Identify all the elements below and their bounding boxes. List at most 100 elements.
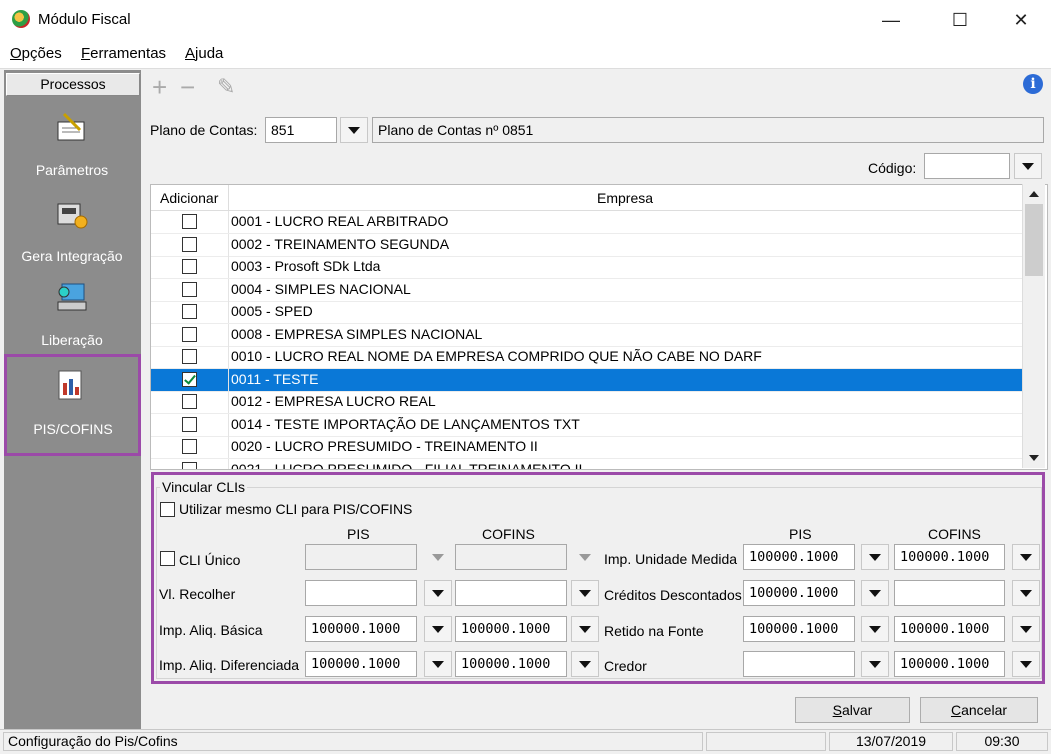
menu-ferramentas[interactable]: Ferramentas: [81, 45, 166, 62]
retido-na-fonte-cofins-input[interactable]: 100000.1000: [894, 616, 1005, 642]
column-header-adicionar[interactable]: Adicionar: [160, 190, 218, 206]
maximize-button[interactable]: ☐: [937, 0, 983, 40]
credor-cofins-input[interactable]: 100000.1000: [894, 651, 1005, 677]
adicionar-checkbox[interactable]: [182, 349, 197, 364]
creditos-descontados-pis-dropdown[interactable]: [861, 580, 889, 606]
chevron-down-icon: [579, 589, 591, 597]
chevron-down-icon: [869, 589, 881, 597]
imp-aliq-diferenciada-pis-dropdown[interactable]: [424, 651, 452, 677]
table-row[interactable]: 0014 - TESTE IMPORTAÇÃO DE LANÇAMENTOS T…: [151, 413, 1024, 437]
menu-opcoes-mnemonic: O: [10, 45, 22, 62]
menu-opcoes[interactable]: Opções: [10, 45, 62, 62]
imp-unidade-medida-cofins-dropdown[interactable]: [1012, 544, 1040, 570]
credor-cofins-dropdown[interactable]: [1012, 651, 1040, 677]
status-text: Configuração do Pis/Cofins: [3, 732, 703, 751]
scroll-up-button[interactable]: [1023, 184, 1045, 204]
sidebar-item-label: Gera Integração: [21, 248, 123, 264]
table-row[interactable]: 0011 - TESTE: [151, 368, 1024, 392]
menu-ajuda[interactable]: Ajuda: [185, 45, 223, 62]
grid-scrollbar[interactable]: [1022, 184, 1045, 468]
plano-input[interactable]: 851: [265, 117, 337, 143]
adicionar-checkbox[interactable]: [182, 236, 197, 252]
adicionar-checkbox[interactable]: [182, 326, 197, 342]
table-row[interactable]: 0003 - Prosoft SDk Ltda: [151, 256, 1024, 279]
column-divider: [228, 301, 229, 323]
vl-recolher-pis-dropdown[interactable]: [424, 580, 452, 606]
imp-aliq-basica-cofins-dropdown[interactable]: [571, 616, 599, 642]
chevron-down-icon: [869, 553, 881, 561]
imp-unidade-medida-pis-input[interactable]: 100000.1000: [743, 544, 855, 570]
imp-aliq-diferenciada-cofins-input[interactable]: 100000.1000: [455, 651, 567, 677]
codigo-dropdown-button[interactable]: [1014, 153, 1042, 179]
imp-aliq-basica-pis-input[interactable]: 100000.1000: [305, 616, 417, 642]
table-row[interactable]: 0020 - LUCRO PRESUMIDO - TREINAMENTO II: [151, 436, 1024, 459]
menu-ferramentas-mnemonic: F: [81, 45, 91, 62]
retido-na-fonte-cofins-dropdown[interactable]: [1012, 616, 1040, 642]
adicionar-checkbox[interactable]: [182, 304, 197, 319]
sidebar-item-liberacao[interactable]: Liberação: [6, 274, 138, 356]
vl-recolher-pis-input[interactable]: [305, 580, 417, 606]
save-mnemonic: S: [832, 702, 842, 718]
table-row[interactable]: 0001 - LUCRO REAL ARBITRADO: [151, 211, 1024, 234]
sidebar-item-parametros[interactable]: Parâmetros: [6, 104, 138, 186]
chevron-down-icon: [1029, 455, 1039, 461]
table-row[interactable]: 0002 - TREINAMENTO SEGUNDA: [151, 233, 1024, 257]
imp-aliq-basica-cofins-input[interactable]: 100000.1000: [455, 616, 567, 642]
credor-pis-input[interactable]: [743, 651, 855, 677]
table-row[interactable]: 0021 - LUCRO PRESUMIDO - FILIAL TREINAME…: [151, 458, 1024, 469]
scroll-down-button[interactable]: [1023, 448, 1045, 468]
table-row[interactable]: 0010 - LUCRO REAL NOME DA EMPRESA COMPRI…: [151, 346, 1024, 369]
minimize-button[interactable]: —: [868, 0, 914, 40]
adicionar-checkbox[interactable]: [182, 416, 197, 432]
cancel-button[interactable]: Cancelar: [920, 697, 1038, 723]
edit-button[interactable]: ✎: [217, 76, 235, 98]
info-icon[interactable]: i: [1023, 74, 1043, 94]
empresa-name: 0014 - TESTE IMPORTAÇÃO DE LANÇAMENTOS T…: [231, 415, 580, 432]
retido-na-fonte-pis-input[interactable]: 100000.1000: [743, 616, 855, 642]
adicionar-checkbox[interactable]: [182, 394, 197, 409]
app-logo-icon: [12, 10, 30, 28]
left-pis-header: PIS: [347, 526, 370, 542]
column-header-empresa[interactable]: Empresa: [597, 190, 653, 206]
sidebar-header[interactable]: Processos: [6, 73, 140, 96]
imp-aliq-basica-label: Imp. Aliq. Básica: [159, 622, 263, 638]
adicionar-checkbox[interactable]: [182, 281, 197, 297]
close-button[interactable]: ✕: [998, 0, 1044, 40]
codigo-input[interactable]: [924, 153, 1010, 179]
vl-recolher-cofins-dropdown[interactable]: [571, 580, 599, 606]
creditos-descontados-cofins-dropdown[interactable]: [1012, 580, 1040, 606]
table-row[interactable]: 0008 - EMPRESA SIMPLES NACIONAL: [151, 323, 1024, 347]
table-row[interactable]: 0012 - EMPRESA LUCRO REAL: [151, 391, 1024, 414]
sidebar-item-label: Parâmetros: [35, 162, 109, 178]
sidebar-item-gera-integracao[interactable]: Gera Integração: [6, 190, 138, 272]
same-cli-checkbox[interactable]: [160, 502, 175, 517]
adicionar-checkbox[interactable]: [182, 439, 197, 454]
creditos-descontados-pis-input[interactable]: 100000.1000: [743, 580, 855, 606]
table-row[interactable]: 0005 - SPED: [151, 301, 1024, 324]
scroll-thumb[interactable]: [1025, 204, 1043, 276]
imp-unidade-medida-pis-dropdown[interactable]: [861, 544, 889, 570]
integration-icon: [57, 203, 88, 229]
empresa-name: 0003 - Prosoft SDk Ltda: [231, 258, 381, 274]
creditos-descontados-cofins-input[interactable]: [894, 580, 1005, 606]
imp-aliq-diferenciada-pis-input[interactable]: 100000.1000: [305, 651, 417, 677]
plano-dropdown-button[interactable]: [340, 117, 368, 143]
adicionar-checkbox[interactable]: [182, 214, 197, 229]
adicionar-checkbox[interactable]: [182, 259, 197, 274]
imp-unidade-medida-cofins-input[interactable]: 100000.1000: [894, 544, 1005, 570]
cli-unico-checkbox[interactable]: [160, 551, 175, 566]
retido-na-fonte-pis-dropdown[interactable]: [861, 616, 889, 642]
imp-aliq-basica-pis-dropdown[interactable]: [424, 616, 452, 642]
imp-aliq-diferenciada-cofins-dropdown[interactable]: [571, 651, 599, 677]
credor-pis-dropdown[interactable]: [861, 651, 889, 677]
table-row[interactable]: 0004 - SIMPLES NACIONAL: [151, 278, 1024, 302]
empresa-name: 0012 - EMPRESA LUCRO REAL: [231, 393, 436, 409]
chevron-down-icon: [1020, 589, 1032, 597]
remove-button[interactable]: −: [180, 74, 195, 100]
add-button[interactable]: +: [152, 74, 167, 100]
save-button[interactable]: Salvar: [795, 697, 910, 723]
adicionar-checkbox[interactable]: [182, 371, 197, 387]
vl-recolher-cofins-input[interactable]: [455, 580, 567, 606]
sidebar-item-pis-cofins[interactable]: PIS/COFINS: [4, 354, 141, 456]
adicionar-checkbox[interactable]: [182, 461, 197, 469]
